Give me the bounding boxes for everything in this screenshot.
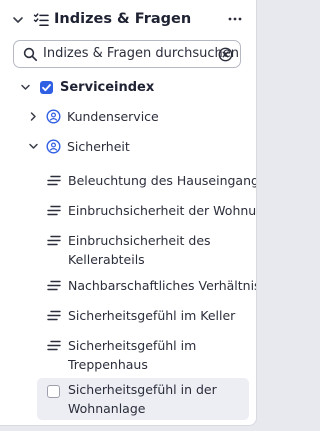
question-label-line2: Treppenhaus bbox=[68, 357, 148, 372]
question-lines-icon bbox=[47, 235, 61, 246]
index-group-icon bbox=[46, 109, 61, 124]
question-item[interactable]: Sicherheitsgefühl im Keller bbox=[0, 305, 256, 326]
panel-title: Indizes & Fragen bbox=[54, 11, 192, 27]
chevron-down-icon[interactable] bbox=[28, 141, 39, 152]
question-label: Sicherheitsgefühl im Keller bbox=[68, 308, 236, 323]
question-label: Nachbarschaftliches Verhältnis bbox=[68, 278, 257, 293]
serviceindex-checkbox[interactable] bbox=[40, 81, 53, 94]
question-label: Sicherheitsgefühl im bbox=[68, 338, 197, 353]
index-group-icon bbox=[46, 139, 61, 154]
indices-questions-panel: Indizes & Fragen Indizes & Fragen durchs… bbox=[0, 0, 257, 426]
chevron-down-icon[interactable] bbox=[12, 14, 24, 26]
question-item[interactable]: Sicherheitsgefühl im Treppenhaus bbox=[0, 335, 256, 377]
clear-search-icon[interactable] bbox=[218, 47, 233, 62]
question-item[interactable]: Nachbarschaftliches Verhältnis bbox=[0, 275, 256, 296]
question-label: Einbruchsicherheit des bbox=[68, 233, 211, 248]
search-input[interactable]: Indizes & Fragen durchsuchen bbox=[13, 40, 241, 68]
more-options-icon[interactable] bbox=[228, 17, 242, 21]
question-label: Einbruchsicherheit der Wohnung bbox=[68, 203, 257, 218]
question-label: Sicherheitsgefühl in der bbox=[68, 382, 217, 397]
tree-item-sicherheit[interactable]: Sicherheit bbox=[0, 136, 256, 157]
question-item-hovered[interactable]: Sicherheitsgefühl in der Wohnanlage bbox=[37, 378, 249, 420]
tree-item-kundenservice[interactable]: Kundenservice bbox=[0, 106, 256, 127]
question-lines-icon bbox=[47, 175, 61, 186]
question-label-line2: Kellerabteils bbox=[68, 252, 145, 267]
question-item[interactable]: Einbruchsicherheit der Wohnung bbox=[0, 200, 256, 221]
question-checkbox[interactable] bbox=[47, 385, 60, 398]
chevron-right-icon[interactable] bbox=[28, 111, 39, 122]
tree-item-serviceindex[interactable]: Serviceindex bbox=[0, 77, 256, 98]
chevron-down-icon[interactable] bbox=[20, 82, 31, 93]
list-check-icon bbox=[33, 13, 49, 26]
question-label: Beleuchtung des Hauseingangs bbox=[68, 173, 257, 188]
question-label-line2: Wohnanlage bbox=[68, 401, 146, 416]
search-icon bbox=[23, 47, 38, 62]
tree-item-label: Kundenservice bbox=[67, 109, 159, 124]
question-item[interactable]: Beleuchtung des Hauseingangs bbox=[0, 170, 256, 191]
question-item[interactable]: Einbruchsicherheit des Kellerabteils bbox=[0, 230, 256, 272]
question-lines-icon bbox=[47, 340, 61, 351]
tree-item-label: Sicherheit bbox=[67, 139, 130, 154]
search-placeholder: Indizes & Fragen durchsuchen bbox=[43, 46, 239, 61]
panel-header: Indizes & Fragen bbox=[0, 8, 256, 34]
question-lines-icon bbox=[47, 310, 61, 321]
question-lines-icon bbox=[47, 280, 61, 291]
tree-item-label: Serviceindex bbox=[60, 80, 155, 95]
checkmark-icon bbox=[42, 84, 51, 92]
question-lines-icon bbox=[47, 205, 61, 216]
